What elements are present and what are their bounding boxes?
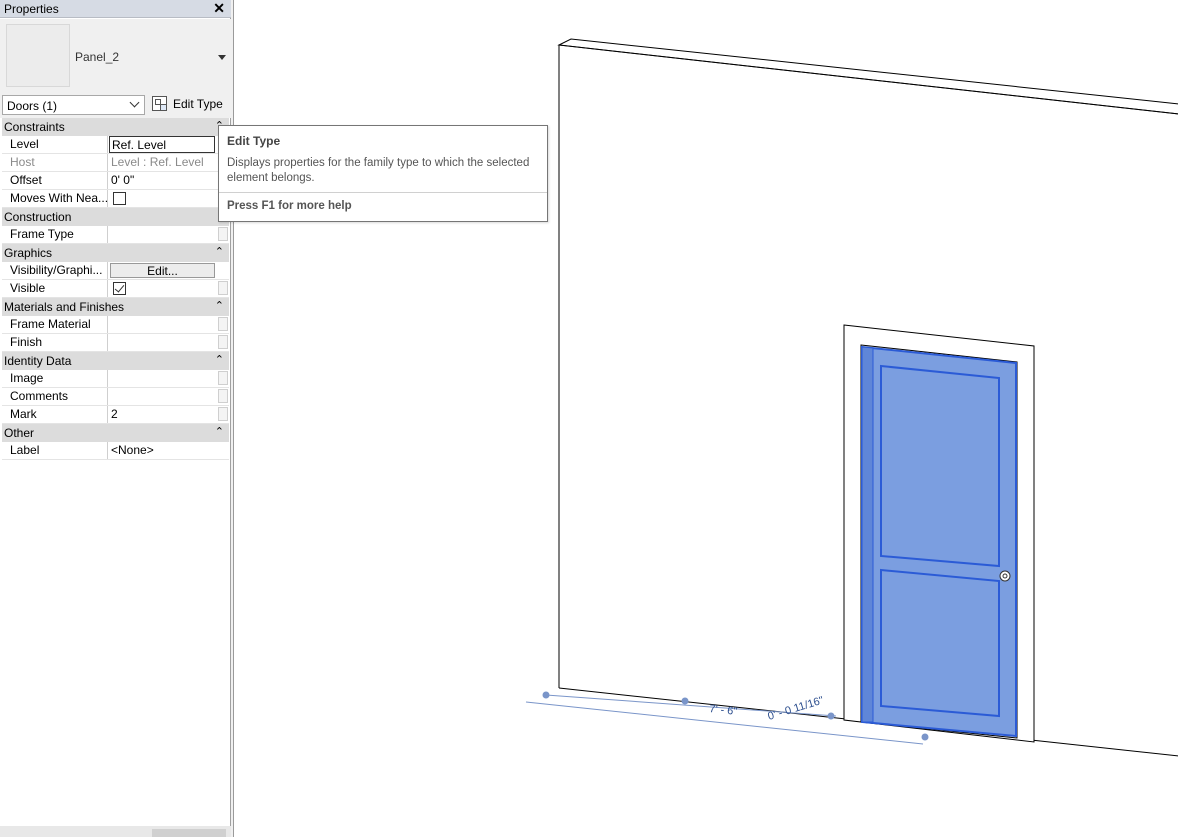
type-selector[interactable]: Panel_2 <box>0 19 231 93</box>
row-button[interactable] <box>218 227 228 241</box>
group-materials-and-finishes[interactable]: Materials and Finishes ⌃ <box>2 298 229 316</box>
property-row-mark[interactable]: Mark 2 <box>2 406 229 424</box>
instance-filter-dropdown[interactable]: Doors (1) <box>2 95 145 115</box>
mark-field[interactable]: 2 <box>109 406 215 423</box>
property-name: Offset <box>2 172 108 189</box>
label-field[interactable]: <None> <box>109 442 215 459</box>
tooltip-help: Press F1 for more help <box>227 200 352 212</box>
property-name: Image <box>2 370 108 387</box>
door-leaf-edge <box>861 346 874 723</box>
close-icon[interactable]: ✕ <box>213 0 225 17</box>
property-row-level[interactable]: Level Ref. Level <box>2 136 229 154</box>
edit-type-tooltip: Edit Type Displays properties for the fa… <box>218 125 548 222</box>
visibility-edit-button[interactable]: Edit... <box>110 263 215 278</box>
properties-title-bar: Properties ✕ <box>0 0 231 18</box>
frame-material-field[interactable] <box>109 316 215 333</box>
property-name: Finish <box>2 334 108 351</box>
moves-with-nearby-checkbox[interactable] <box>113 192 126 205</box>
property-row-frame-type[interactable]: Frame Type <box>2 226 229 244</box>
type-preview-image <box>6 24 70 87</box>
chevron-down-icon[interactable] <box>218 55 226 60</box>
property-row-visible[interactable]: Visible <box>2 280 229 298</box>
edit-type-label: Edit Type <box>173 97 223 111</box>
host-value: Level : Ref. Level <box>111 155 204 169</box>
visible-checkbox[interactable] <box>113 282 126 295</box>
group-construction[interactable]: Construction <box>2 208 229 226</box>
property-name: Comments <box>2 388 108 405</box>
dimension-grip[interactable] <box>827 712 835 720</box>
properties-title: Properties <box>4 2 59 16</box>
edit-type-button[interactable]: Edit Type <box>150 94 228 116</box>
property-row-offset[interactable]: Offset 0' 0" <box>2 172 229 190</box>
row-button[interactable] <box>218 407 228 421</box>
property-row-frame-material[interactable]: Frame Material <box>2 316 229 334</box>
row-button[interactable] <box>218 389 228 403</box>
group-label: Constraints <box>4 120 65 134</box>
group-label: Identity Data <box>4 354 72 368</box>
property-name: Frame Material <box>2 316 108 333</box>
instance-filter-value: Doors (1) <box>7 99 58 113</box>
dimension-width-text[interactable]: 7' - 6" <box>709 703 738 718</box>
properties-panel: Properties ✕ Panel_2 Doors (1) Edit Type… <box>0 0 231 837</box>
group-label: Other <box>4 426 35 440</box>
collapse-icon[interactable]: ⌃ <box>215 245 224 258</box>
dimension-grip[interactable] <box>542 691 550 699</box>
tooltip-title: Edit Type <box>227 134 281 148</box>
chevron-down-icon <box>129 97 140 108</box>
group-identity-data[interactable]: Identity Data ⌃ <box>2 352 229 370</box>
panel-footer <box>0 826 231 837</box>
dimension-offset-text[interactable]: 0' - 0 11/16" <box>766 694 825 722</box>
collapse-icon[interactable]: ⌃ <box>215 353 224 366</box>
wall-top-edge <box>558 44 1178 115</box>
property-name: Level <box>2 136 108 153</box>
wall-top-face <box>557 38 1178 115</box>
property-name: Visibility/Graphi... <box>2 262 108 279</box>
frame-type-field[interactable] <box>109 226 215 243</box>
comments-field[interactable] <box>109 388 215 405</box>
row-button[interactable] <box>218 371 228 385</box>
level-field[interactable]: Ref. Level <box>109 136 215 153</box>
type-name: Panel_2 <box>75 50 120 64</box>
group-label: Construction <box>4 210 72 224</box>
tooltip-divider <box>219 192 547 193</box>
property-name: Mark <box>2 406 108 423</box>
dimension-grip[interactable] <box>921 733 929 741</box>
tooltip-description: Displays properties for the family type … <box>227 157 530 184</box>
property-row-image[interactable]: Image <box>2 370 229 388</box>
edit-type-icon <box>152 96 167 111</box>
property-row-moves-with-nearby[interactable]: Moves With Nea... <box>2 190 229 208</box>
collapse-icon[interactable]: ⌃ <box>215 299 224 312</box>
property-name: Label <box>2 442 108 459</box>
group-other[interactable]: Other ⌃ <box>2 424 229 442</box>
image-field[interactable] <box>109 370 215 387</box>
property-row-comments[interactable]: Comments <box>2 388 229 406</box>
group-constraints[interactable]: Constraints ⌃ <box>2 118 229 136</box>
row-button[interactable] <box>218 335 228 349</box>
property-row-host: Host Level : Ref. Level <box>2 154 229 172</box>
property-grid: Constraints ⌃ Level Ref. Level Host Leve… <box>2 118 229 460</box>
property-row-finish[interactable]: Finish <box>2 334 229 352</box>
group-label: Materials and Finishes <box>4 300 125 314</box>
door-leaf[interactable] <box>861 345 1017 738</box>
door-leaf-face <box>861 345 1017 738</box>
collapse-icon[interactable]: ⌃ <box>215 425 224 438</box>
wall-bottom-edge-right <box>1030 739 1178 757</box>
group-graphics[interactable]: Graphics ⌃ <box>2 244 229 262</box>
row-button[interactable] <box>218 317 228 331</box>
property-row-visibility-graphics[interactable]: Visibility/Graphi... Edit... <box>2 262 229 280</box>
offset-field[interactable]: 0' 0" <box>109 172 215 189</box>
property-row-label[interactable]: Label <None> <box>2 442 229 460</box>
apply-button[interactable] <box>152 829 226 837</box>
property-name: Host <box>2 154 108 171</box>
instance-row: Doors (1) Edit Type <box>0 93 231 118</box>
group-label: Graphics <box>4 246 53 260</box>
dimension-grip[interactable] <box>681 697 689 705</box>
property-name: Moves With Nea... <box>2 190 108 207</box>
property-name: Frame Type <box>2 226 108 243</box>
finish-field[interactable] <box>109 334 215 351</box>
row-button[interactable] <box>218 281 228 295</box>
door-handle <box>999 570 1011 582</box>
property-name: Visible <box>2 280 108 297</box>
